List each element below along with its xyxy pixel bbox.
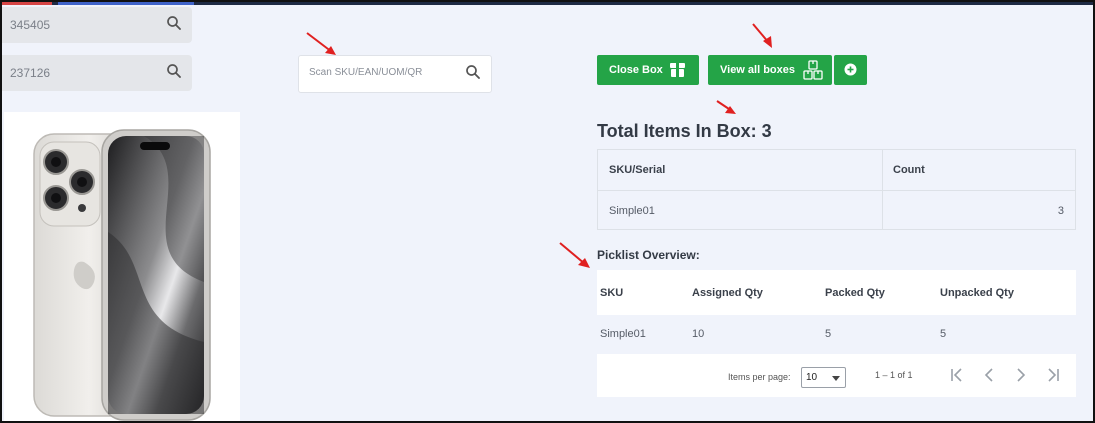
page-range-label: 1 – 1 of 1 [875,370,913,380]
top-strip [2,2,1093,5]
search-icon[interactable] [465,64,481,80]
page-size-select[interactable]: 10 [801,367,846,388]
order-input-value: 345405 [10,18,51,32]
top-strip-red [2,2,52,5]
table-row: Simple01 10 5 5 [597,315,1076,353]
cell-unpacked-qty: 5 [940,328,947,340]
picklist-title: Picklist Overview: [597,248,700,262]
search-icon[interactable] [166,15,182,31]
table-divider [882,150,883,229]
app-frame: 345405 237126 Scan SKU/EAN/UOM/QR Close … [0,0,1095,423]
boxes-icon [803,60,823,80]
cell-packed-qty: 5 [825,328,832,340]
box-items-table: SKU/Serial Count Simple01 3 [597,149,1076,230]
annotation-arrow-icon [559,242,590,268]
total-items-title: Total Items In Box: 3 [597,121,772,141]
box-input-value: 237126 [10,66,51,80]
product-image-card [4,112,240,421]
col-header-count: Count [893,164,925,176]
items-per-page-label: Items per page: [728,372,791,382]
picklist-header-row: SKU Assigned Qty Packed Qty Unpacked Qty [597,270,1076,315]
col-header-sku-serial: SKU/Serial [609,164,666,176]
annotation-arrow-icon [752,23,772,48]
close-box-label: Close Box [609,64,663,76]
table-divider [598,190,1075,191]
add-box-button[interactable] [834,55,867,85]
col-header-unpacked-qty: Unpacked Qty [940,287,1014,299]
box-icon [670,63,685,77]
cell-sku: Simple01 [600,328,646,340]
col-header-packed-qty: Packed Qty [825,287,885,299]
cell-sku: Simple01 [609,205,655,217]
cell-count: 3 [1057,205,1064,217]
page-size-value: 10 [806,372,818,383]
prev-page-icon[interactable] [980,366,998,384]
box-input[interactable]: 237126 [2,55,192,91]
next-page-icon[interactable] [1012,366,1030,384]
cell-assigned-qty: 10 [692,328,705,340]
search-icon[interactable] [166,63,182,79]
last-page-icon[interactable] [1044,366,1062,384]
view-all-boxes-label: View all boxes [720,64,796,76]
first-page-icon[interactable] [948,366,966,384]
scan-input[interactable] [309,67,459,78]
close-box-button[interactable]: Close Box [597,55,699,85]
col-header-sku: SKU [600,287,624,299]
paginator: Items per page: 10 1 – 1 of 1 [597,354,1076,397]
view-all-boxes-button[interactable]: View all boxes [708,55,832,85]
phone-image [33,129,211,421]
plus-circle-icon [844,63,857,76]
col-header-assigned-qty: Assigned Qty [692,287,763,299]
top-strip-blue [58,2,194,5]
order-input[interactable]: 345405 [2,7,192,43]
scan-field[interactable] [298,55,492,93]
chevron-down-icon [832,376,840,381]
